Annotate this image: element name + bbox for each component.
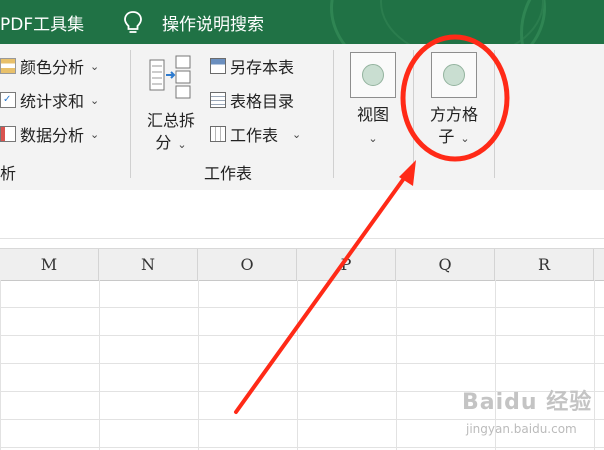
save-copy-button[interactable]: 另存本表: [210, 54, 294, 78]
grid-button-label-2-row: 子 ⌄: [423, 126, 485, 150]
view-button[interactable]: 视图 ⌄: [343, 48, 403, 158]
grid-circle-icon: [431, 52, 477, 98]
view-label: 视图: [356, 105, 389, 124]
group-divider: [130, 50, 131, 178]
analysis-group-label: 析: [0, 164, 17, 183]
merge-split-label-1: 汇总拆: [146, 111, 195, 130]
save-disk-icon: [210, 58, 226, 74]
tab-pdf-tools[interactable]: PDF工具集: [0, 10, 84, 35]
column-header-o[interactable]: O: [198, 249, 297, 280]
chevron-down-icon: ⌄: [90, 127, 100, 141]
grid-button-label-1: 方方格: [429, 105, 478, 124]
worksheet-menu-label: 工作表: [230, 126, 279, 145]
table-index-button[interactable]: 表格目录: [210, 88, 294, 112]
merge-split-button[interactable]: 汇总拆 分 ⌄: [140, 50, 202, 158]
sum-stats-label: 统计求和: [20, 92, 85, 111]
group-divider: [333, 50, 334, 178]
chevron-down-icon: ⌄: [177, 138, 187, 151]
column-header-m[interactable]: M: [0, 249, 99, 280]
formula-bar-area: [0, 190, 604, 239]
chevron-down-icon: ⌄: [368, 132, 378, 145]
color-table-icon: [0, 58, 16, 74]
table-index-label: 表格目录: [230, 92, 295, 111]
watermark: Baidu 经验 jingyan.baidu.com: [462, 384, 602, 446]
watermark-url: jingyan.baidu.com: [466, 422, 577, 436]
data-analysis-button[interactable]: 数据分析 ⌄: [0, 122, 99, 146]
grid-button[interactable]: 方方格 子 ⌄: [423, 48, 485, 158]
color-analysis-label: 颜色分析: [20, 58, 85, 77]
column-header-row: M N O P Q R: [0, 248, 604, 281]
group-divider: [494, 50, 495, 178]
chevron-down-icon: ⌄: [460, 132, 470, 145]
chevron-down-icon: ⌄: [90, 59, 100, 73]
worksheet-menu-button[interactable]: 工作表 ⌄: [210, 122, 301, 146]
column-header-p[interactable]: P: [297, 249, 396, 280]
worksheet-group-label: 工作表: [204, 164, 253, 183]
merge-split-icon: [149, 55, 191, 99]
save-copy-label: 另存本表: [230, 58, 295, 77]
sum-stats-button[interactable]: ✓ 统计求和 ⌄: [0, 88, 99, 112]
column-header-q[interactable]: Q: [396, 249, 495, 280]
decorative-ring: [520, 0, 604, 44]
view-circle-icon: [350, 52, 396, 98]
worksheet-icon: [210, 126, 226, 142]
watermark-text: Baidu 经验: [462, 390, 593, 415]
data-analysis-label: 数据分析: [20, 126, 85, 145]
column-header-n[interactable]: N: [99, 249, 198, 280]
group-divider: [413, 50, 414, 178]
lightbulb-icon[interactable]: [122, 10, 144, 36]
grid-button-label-2: 子: [438, 127, 455, 146]
column-header-r[interactable]: R: [495, 249, 594, 280]
ribbon-panel: 颜色分析 ⌄ ✓ 统计求和 ⌄ 数据分析 ⌄ 析 汇总拆 分 ⌄ 另存本表 表格…: [0, 44, 604, 191]
data-grid-icon: [0, 126, 16, 142]
chevron-down-icon: ⌄: [90, 93, 100, 107]
merge-split-label-2: 分: [155, 133, 172, 152]
merge-split-label-2-row: 分 ⌄: [140, 132, 202, 156]
ribbon-tab-bar: PDF工具集 操作说明搜索: [0, 0, 604, 44]
tell-me-search[interactable]: 操作说明搜索: [162, 10, 264, 35]
chevron-down-icon: ⌄: [292, 127, 302, 141]
color-analysis-button[interactable]: 颜色分析 ⌄: [0, 54, 99, 78]
table-index-icon: [210, 92, 226, 108]
checklist-icon: ✓: [0, 92, 16, 108]
